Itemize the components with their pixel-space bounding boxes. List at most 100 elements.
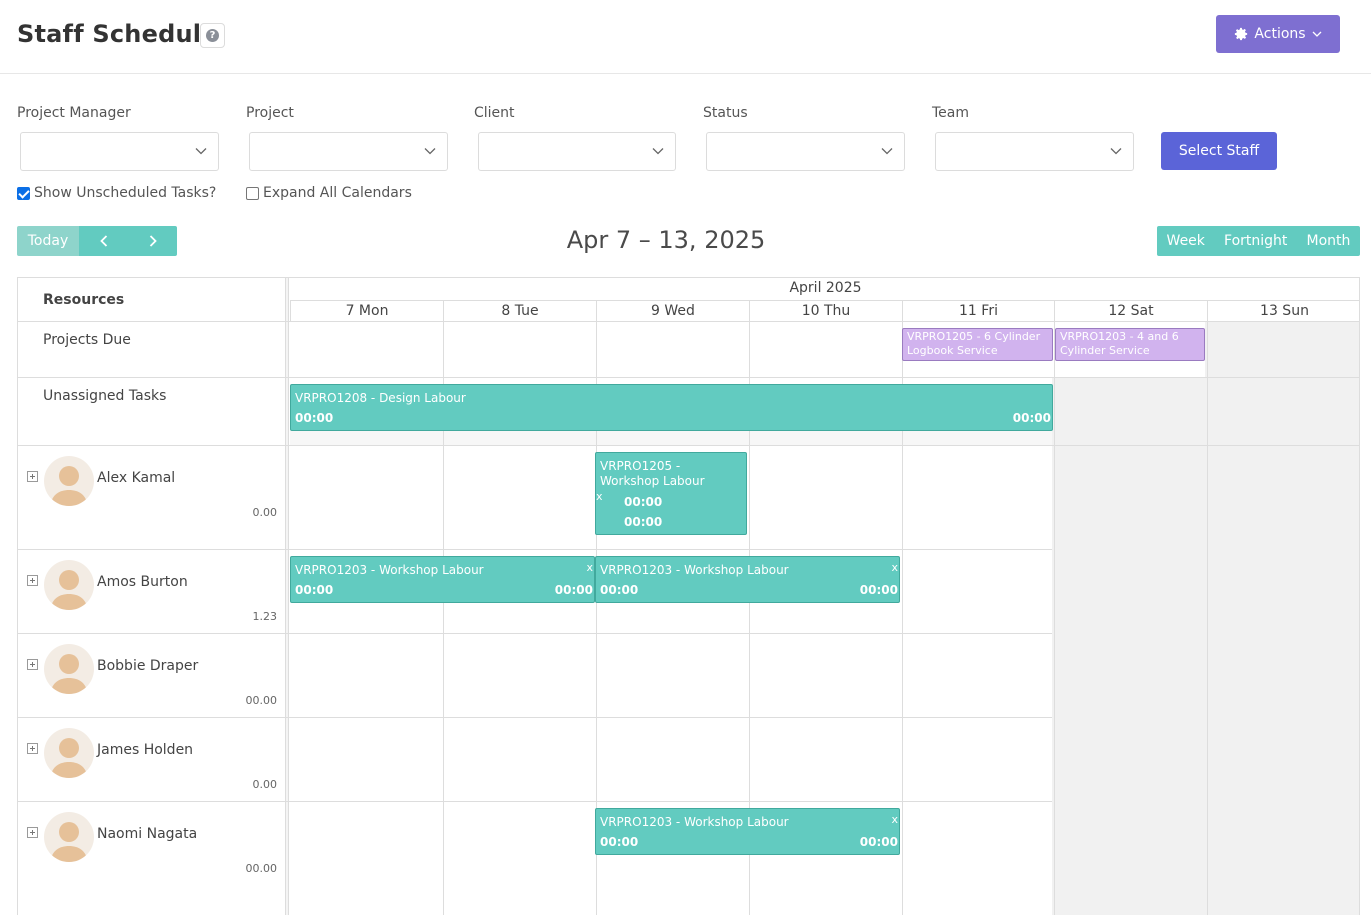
event-remove-mark[interactable]: x	[586, 561, 593, 574]
event-end-time: 00:00	[1012, 411, 1051, 425]
resource-name: Naomi Nagata	[97, 826, 198, 842]
day-header-mon: 7 Mon	[290, 300, 443, 322]
expand-icon[interactable]	[27, 827, 38, 838]
chevron-left-icon	[99, 235, 107, 247]
expand-all-checkbox[interactable]: Expand All Calendars	[246, 185, 412, 201]
resource-name: James Holden	[97, 742, 194, 758]
actions-label: Actions	[1254, 26, 1306, 42]
view-fortnight-button[interactable]: Fortnight	[1224, 233, 1287, 249]
resource-name: Bobbie Draper	[97, 658, 199, 674]
month-label: April 2025	[789, 280, 862, 296]
task-event[interactable]: VRPRO1205 - Workshop Labour x 00:00 00:0…	[595, 452, 747, 535]
event-remove-mark[interactable]: x	[891, 561, 898, 574]
timeline-grid: April 2025 7 Mon 8 Tue 9 Wed 10 Thu 11 F…	[290, 278, 1359, 915]
resource-hours: 1.23	[252, 610, 278, 623]
resource-divider[interactable]	[286, 278, 289, 915]
project-select[interactable]	[249, 132, 448, 171]
page-header: Staff Schedule ? Actions	[0, 0, 1371, 74]
unassigned-task-event[interactable]: VRPRO1208 - Design Labour 00:00 00:00	[290, 384, 1053, 431]
projects-due-label: Projects Due	[43, 332, 131, 348]
chevron-down-icon	[195, 148, 207, 155]
day-header-fri: 11 Fri	[902, 300, 1054, 322]
resource-hours: 0.00	[252, 506, 278, 519]
task-event[interactable]: VRPRO1203 - Workshop Labour x 00:00 00:0…	[290, 556, 595, 603]
avatar	[44, 560, 94, 610]
chevron-down-icon	[1312, 31, 1322, 37]
view-month-button[interactable]: Month	[1307, 233, 1351, 249]
project-manager-select[interactable]	[20, 132, 219, 171]
weekend-cell	[1052, 446, 1359, 915]
checkbox-checked[interactable]	[17, 186, 30, 200]
event-start-time: 00:00	[295, 583, 334, 597]
resource-row-james-holden: James Holden 0.00	[18, 718, 286, 802]
next-button[interactable]	[128, 226, 177, 256]
resources-header: Resources	[43, 292, 125, 308]
event-title: VRPRO1203 - 4 and 6 Cylinder Service	[1060, 330, 1179, 357]
avatar	[44, 728, 94, 778]
resource-name: Amos Burton	[97, 574, 188, 590]
expand-icon[interactable]	[27, 575, 38, 586]
resource-name: Alex Kamal	[97, 470, 176, 486]
view-week-button[interactable]: Week	[1167, 233, 1205, 249]
checkbox-unchecked[interactable]	[246, 186, 259, 200]
event-start-time: 00:00	[600, 583, 639, 597]
project-due-event[interactable]: VRPRO1205 - 6 Cylinder Logbook Service	[902, 328, 1053, 361]
page-title: Staff Schedule	[17, 20, 218, 48]
resource-hours: 0.00	[252, 778, 278, 791]
select-staff-button[interactable]: Select Staff	[1161, 132, 1277, 170]
chevron-down-icon	[652, 148, 664, 155]
expand-icon[interactable]	[27, 471, 38, 482]
event-title: VRPRO1203 - Workshop Labour	[295, 563, 484, 577]
resource-row-amos-burton: Amos Burton 1.23	[18, 550, 286, 634]
event-start-time: 00:00	[624, 495, 663, 509]
expand-icon[interactable]	[27, 743, 38, 754]
filter-label-project-manager: Project Manager	[17, 105, 131, 121]
filter-label-team: Team	[932, 105, 970, 121]
show-unscheduled-label: Show Unscheduled Tasks?	[34, 185, 217, 201]
chevron-down-icon	[1110, 148, 1122, 155]
event-start-time: 00:00	[295, 411, 334, 425]
question-circle-icon: ?	[206, 29, 219, 42]
event-title: VRPRO1205 - 6 Cylinder Logbook Service	[907, 330, 1041, 357]
resource-row-bobbie-draper: Bobbie Draper 00.00	[18, 634, 286, 718]
actions-button[interactable]: Actions	[1216, 15, 1340, 53]
task-event[interactable]: VRPRO1203 - Workshop Labour x 00:00 00:0…	[595, 808, 900, 855]
filter-label-project: Project	[246, 105, 294, 121]
day-header-wed: 9 Wed	[596, 300, 749, 322]
expand-icon[interactable]	[27, 659, 38, 670]
resource-column: Resources Projects Due Unassigned Tasks …	[18, 278, 286, 915]
task-event[interactable]: VRPRO1203 - Workshop Labour x 00:00 00:0…	[595, 556, 900, 603]
team-select[interactable]	[935, 132, 1134, 171]
event-title: VRPRO1203 - Workshop Labour	[600, 815, 789, 829]
avatar	[44, 812, 94, 862]
event-title: VRPRO1208 - Design Labour	[295, 391, 466, 405]
day-header-sun: 13 Sun	[1207, 300, 1359, 322]
event-title: VRPRO1205 - Workshop Labour	[600, 459, 705, 488]
event-remove-mark[interactable]: x	[891, 813, 898, 826]
project-due-event[interactable]: VRPRO1203 - 4 and 6 Cylinder Service	[1055, 328, 1205, 361]
client-select[interactable]	[478, 132, 676, 171]
expand-all-label: Expand All Calendars	[263, 185, 412, 201]
unassigned-tasks-label: Unassigned Tasks	[43, 388, 167, 404]
today-button[interactable]: Today	[17, 226, 79, 256]
resource-row-naomi-nagata: Naomi Nagata 00.00	[18, 802, 286, 915]
resource-hours: 00.00	[245, 694, 278, 707]
avatar	[44, 456, 94, 506]
prev-button[interactable]	[79, 226, 128, 256]
event-end-time: 00:00	[859, 835, 898, 849]
event-title: VRPRO1203 - Workshop Labour	[600, 563, 789, 577]
weekend-cell	[1205, 322, 1359, 377]
avatar	[44, 644, 94, 694]
resource-row-alex-kamal: Alex Kamal 0.00	[18, 446, 286, 550]
view-switcher: Week Fortnight Month	[1157, 226, 1360, 256]
day-divider	[1054, 322, 1055, 915]
weekend-cell	[1052, 378, 1359, 445]
status-select[interactable]	[706, 132, 905, 171]
date-range-title: Apr 7 – 13, 2025	[566, 226, 766, 254]
calendar-nav: Today	[17, 226, 177, 256]
event-remove-mark[interactable]: x	[596, 490, 603, 503]
gear-icon	[1235, 27, 1248, 41]
chevron-right-icon	[149, 235, 157, 247]
help-button[interactable]: ?	[200, 23, 225, 48]
show-unscheduled-checkbox[interactable]: Show Unscheduled Tasks?	[17, 185, 216, 201]
